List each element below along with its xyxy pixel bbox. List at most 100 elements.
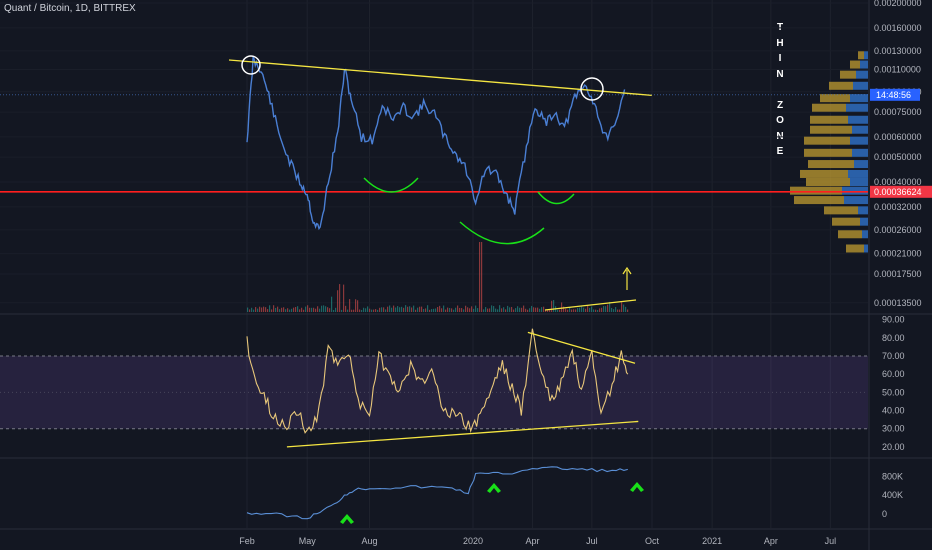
volume-bar	[485, 307, 487, 312]
volume-bar	[573, 309, 575, 312]
green-up-arrow	[340, 514, 354, 524]
volume-bar	[569, 307, 571, 312]
volume-profile-down	[806, 177, 850, 186]
volume-profile-up	[850, 136, 868, 145]
volume-bar	[267, 309, 269, 312]
volume-bar	[515, 308, 517, 312]
volume-profile-down	[794, 196, 844, 205]
volume-bar	[625, 306, 627, 312]
volume-bar	[449, 307, 451, 312]
volume-bar	[431, 309, 433, 312]
volume-bar	[271, 309, 273, 312]
rsi-axis-label: 60.00	[882, 369, 905, 379]
price-axis-label: 0.00110000	[874, 64, 921, 74]
volume-bar	[463, 309, 465, 312]
volume-bar	[333, 309, 335, 312]
volume-profile-up	[844, 196, 868, 205]
volume-bar	[285, 309, 287, 312]
volume-bar	[249, 309, 251, 312]
volume-bar	[487, 308, 489, 312]
volume-bar	[601, 307, 603, 312]
volume-bar	[507, 305, 509, 312]
green-up-arrow	[630, 482, 644, 492]
volume-bar	[567, 309, 569, 312]
volume-profile-up	[860, 60, 868, 69]
volume-bar	[263, 306, 265, 312]
chart-canvas[interactable]: 0.00200000 0.00160000 0.00130000 0.00110000…	[0, 0, 932, 550]
volume-profile-down	[812, 103, 846, 112]
price-axis-label: 0.00160000	[874, 23, 922, 33]
volume-profile-up	[842, 186, 868, 195]
volume-bar	[627, 309, 629, 312]
volume-profile-down	[858, 51, 864, 60]
volume-profile-down	[810, 115, 848, 124]
volume-bar	[489, 308, 491, 312]
volume-bar	[481, 242, 483, 312]
volume-bar	[269, 305, 271, 312]
volume-profile-up	[864, 244, 868, 253]
cup-arc-left	[363, 177, 419, 193]
volume-bar	[537, 307, 539, 312]
volume-profile-down	[820, 94, 850, 103]
volume-bar	[353, 309, 355, 312]
volume-bar	[419, 306, 421, 312]
volume-bar	[587, 305, 589, 312]
volume-bar	[529, 308, 531, 312]
volume-bar	[483, 309, 485, 312]
volume-profile-down	[824, 206, 858, 215]
price-axis-label: 0.00013500	[874, 298, 922, 308]
volume-bar	[543, 306, 545, 312]
volume-bar	[357, 300, 359, 312]
volume-bar	[309, 307, 311, 312]
price-axis-label: 0.00050000	[874, 152, 922, 162]
obv-axis-label: 400K	[882, 490, 903, 500]
volume-bar	[417, 307, 419, 312]
price-axis-label: 0.00032000	[874, 202, 922, 212]
volume-bar	[425, 308, 427, 312]
volume-bar	[437, 307, 439, 312]
volume-bar	[341, 309, 343, 312]
volume-bar	[599, 308, 601, 312]
volume-profile-up	[848, 115, 868, 124]
volume-bar	[575, 309, 577, 312]
volume-bar	[265, 307, 267, 312]
volume-bar	[261, 307, 263, 312]
volume-bar	[465, 305, 467, 312]
volume-bar	[535, 307, 537, 312]
volume-bar	[421, 306, 423, 312]
volume-bar	[493, 306, 495, 312]
volume-bar	[579, 307, 581, 312]
volume-bar	[319, 308, 321, 312]
volume-bar	[395, 307, 397, 312]
volume-bar	[453, 309, 455, 312]
volume-bar	[539, 308, 541, 312]
volume-bar	[373, 309, 375, 312]
volume-bar	[299, 309, 301, 312]
volume-bar	[415, 309, 417, 312]
volume-profile-up	[846, 103, 868, 112]
volume-bar	[475, 305, 477, 312]
volume-bar	[293, 307, 295, 312]
volume-bar	[291, 308, 293, 312]
volume-bar	[323, 305, 325, 312]
volume-bar	[557, 309, 559, 312]
volume-bar	[531, 305, 533, 312]
volume-bar	[287, 308, 289, 312]
volume-bar	[277, 306, 279, 312]
volume-bar	[491, 305, 493, 312]
volume-profile-up	[850, 94, 868, 103]
volume-bar	[325, 306, 327, 312]
volume-bar	[257, 308, 259, 312]
obv-series-line	[246, 466, 628, 520]
volume-bar	[441, 308, 443, 312]
volume-profile-up	[864, 51, 868, 60]
volume-bar	[365, 308, 367, 312]
obv-axis-label: 0	[882, 509, 887, 519]
time-axis-label: Apr	[764, 536, 778, 546]
volume-bar	[399, 307, 401, 312]
volume-bar	[409, 306, 411, 312]
volume-profile-down	[800, 169, 848, 178]
volume-bar	[517, 306, 519, 312]
volume-bar	[467, 307, 469, 312]
volume-bar	[519, 307, 521, 312]
